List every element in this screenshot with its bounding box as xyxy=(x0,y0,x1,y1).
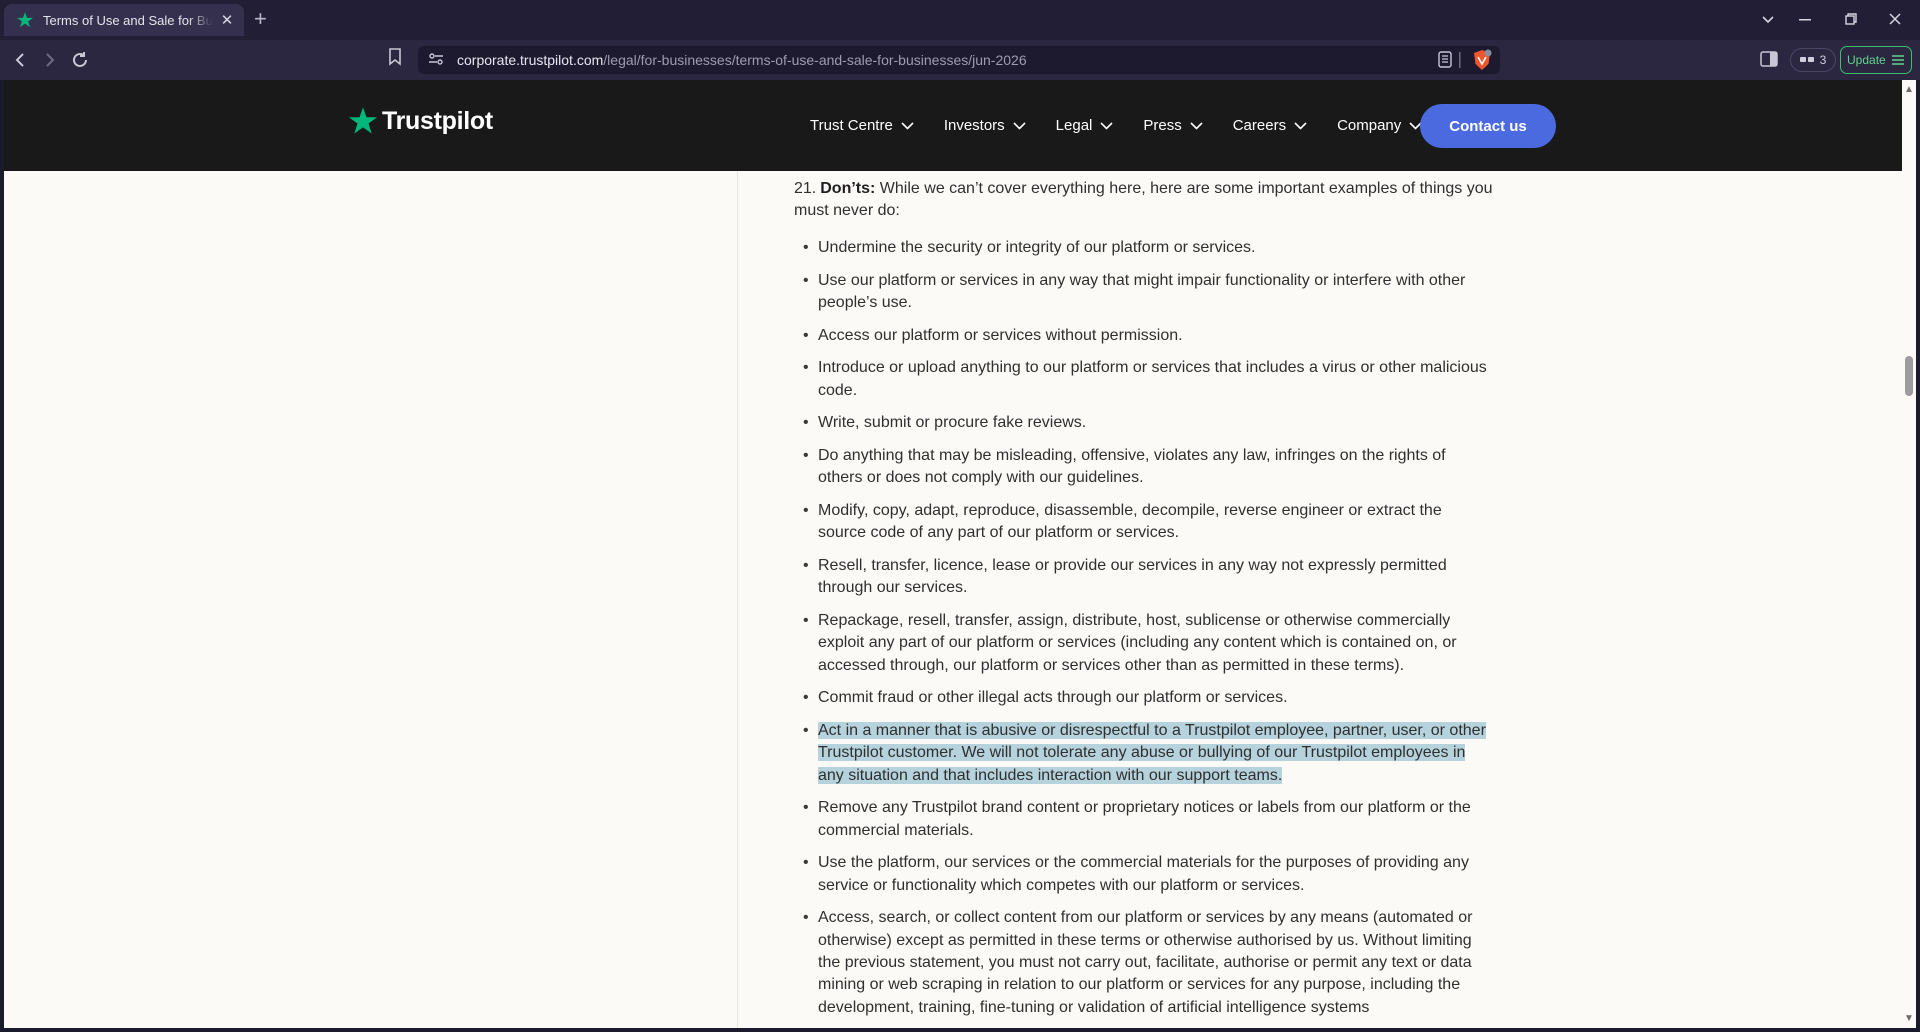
list-item-text: Commit fraud or other illegal acts throu… xyxy=(818,689,1288,707)
trustpilot-star-icon xyxy=(348,107,378,134)
trustpilot-logo[interactable]: Trustpilot xyxy=(348,106,493,136)
url-text: corporate.trustpilot.com/legal/for-busin… xyxy=(457,52,1027,68)
wallet-icon xyxy=(1799,57,1814,62)
nav-trust-centre[interactable]: Trust Centre xyxy=(810,117,914,134)
list-item-text: Act in a manner that is abusive or disre… xyxy=(818,721,1486,784)
nav-investors[interactable]: Investors xyxy=(944,117,1026,134)
close-window-icon[interactable] xyxy=(1889,13,1901,25)
section-21-intro: 21. Don’ts: While we can’t cover everythi… xyxy=(794,178,1494,223)
nav-label: Company xyxy=(1337,117,1402,134)
list-item: Act in a manner that is abusive or disre… xyxy=(794,720,1494,787)
browser-tab[interactable]: Terms of Use and Sale for Businesses ✕ xyxy=(4,4,244,36)
chevron-down-icon xyxy=(1100,121,1113,130)
section-heading: Don’ts: xyxy=(820,180,876,197)
list-item: Undermine the security or integrity of o… xyxy=(794,237,1494,260)
list-item: Use the platform, our services or the co… xyxy=(794,852,1494,897)
nav-press[interactable]: Press xyxy=(1143,117,1203,134)
trustpilot-favicon-icon xyxy=(16,12,34,28)
browser-toolbar: corporate.trustpilot.com/legal/for-busin… xyxy=(0,40,1920,80)
wallet-count: 3 xyxy=(1819,53,1827,67)
list-item-text: Introduce or upload anything to our plat… xyxy=(818,359,1487,399)
main-nav: Trust Centre Investors Legal Press Caree… xyxy=(810,80,1452,171)
list-item: Commit fraud or other illegal acts throu… xyxy=(794,687,1494,710)
list-item: Introduce or upload anything to our plat… xyxy=(794,357,1494,402)
forward-icon[interactable] xyxy=(44,52,56,68)
new-tab-button[interactable]: + xyxy=(254,6,267,32)
list-item-text: Access our platform or services without … xyxy=(818,326,1183,344)
nav-label: Press xyxy=(1143,117,1182,134)
reload-icon[interactable] xyxy=(71,51,89,69)
list-item: Resell, transfer, licence, lease or prov… xyxy=(794,555,1494,600)
reader-mode-icon[interactable] xyxy=(1438,51,1452,68)
donts-list: Undermine the security or integrity of o… xyxy=(794,237,1494,1028)
url-path: /legal/for-businesses/terms-of-use-and-s… xyxy=(603,52,1027,68)
brave-shields-icon[interactable] xyxy=(1472,49,1492,71)
section-number: 21. xyxy=(794,180,817,197)
back-icon[interactable] xyxy=(14,52,26,68)
list-item-text: Undermine the security or integrity of o… xyxy=(818,239,1256,256)
list-item-text: Write, submit or procure fake reviews. xyxy=(818,414,1087,432)
list-item: Access, search, or collect content from … xyxy=(794,907,1494,1019)
tab-close-icon[interactable]: ✕ xyxy=(218,11,236,29)
list-item: Access our platform or services without … xyxy=(794,325,1494,348)
list-item: Repackage, resell, transfer, assign, dis… xyxy=(794,610,1494,677)
nav-company[interactable]: Company xyxy=(1337,117,1422,134)
list-item-text: Remove any Trustpilot brand content or p… xyxy=(818,799,1471,839)
wallet-button[interactable]: 3 xyxy=(1790,48,1836,72)
list-item: Write, submit or procure fake reviews. xyxy=(794,412,1494,435)
list-item-text: Repackage, resell, transfer, assign, dis… xyxy=(818,611,1457,674)
scroll-up-icon[interactable]: ▲ xyxy=(1904,84,1914,95)
restore-icon[interactable] xyxy=(1845,13,1857,25)
list-item-text: Use our platform or services in any way … xyxy=(818,271,1466,311)
page-scrollbar[interactable]: ▲ ▼ xyxy=(1902,80,1916,1028)
nav-label: Careers xyxy=(1232,117,1287,134)
section-intro-text: While we can’t cover everything here, he… xyxy=(794,180,1493,220)
web-page: Trustpilot Trust Centre Investors Legal … xyxy=(4,80,1902,1028)
contact-us-button[interactable]: Contact us xyxy=(1420,104,1556,148)
tab-search-chevron-icon[interactable] xyxy=(1762,13,1774,25)
chevron-down-icon xyxy=(1013,121,1026,130)
site-header: Trustpilot Trust Centre Investors Legal … xyxy=(4,80,1902,171)
list-item: Remove any Trustpilot brand content or p… xyxy=(794,797,1494,842)
list-item-text: Use the platform, our services or the co… xyxy=(818,854,1469,894)
separator xyxy=(1459,52,1461,68)
menu-icon xyxy=(1891,55,1904,65)
chevron-down-icon xyxy=(901,121,914,130)
url-domain: corporate.trustpilot.com xyxy=(457,52,604,68)
list-item-text: Resell, transfer, licence, lease or prov… xyxy=(818,556,1447,597)
list-item: Use our platform or services in any way … xyxy=(794,270,1494,315)
nav-label: Legal xyxy=(1055,117,1093,134)
list-item: Do anything that may be misleading, offe… xyxy=(794,445,1494,490)
logo-text: Trustpilot xyxy=(382,106,493,135)
chevron-down-icon xyxy=(1294,121,1307,130)
scroll-thumb[interactable] xyxy=(1905,356,1913,396)
list-item: Modify, copy, adapt, reproduce, disassem… xyxy=(794,500,1494,545)
tab-title: Terms of Use and Sale for Businesses xyxy=(43,12,213,28)
nav-legal[interactable]: Legal xyxy=(1056,117,1114,134)
update-label: Update xyxy=(1847,53,1886,67)
list-item-text: Modify, copy, adapt, reproduce, disassem… xyxy=(818,501,1442,542)
scroll-down-icon[interactable]: ▼ xyxy=(1904,1013,1914,1024)
sidebar-toggle-icon[interactable] xyxy=(1760,51,1778,67)
minimize-icon[interactable] xyxy=(1799,19,1811,21)
nav-label: Trust Centre xyxy=(810,117,893,134)
site-settings-icon[interactable] xyxy=(428,52,444,66)
chevron-down-icon xyxy=(1190,121,1203,130)
list-item-text: Do anything that may be misleading, offe… xyxy=(818,446,1446,487)
browser-tab-bar: Terms of Use and Sale for Businesses ✕ + xyxy=(0,0,1920,40)
nav-label: Investors xyxy=(943,117,1005,134)
list-item-text: Access, search, or collect content from … xyxy=(818,909,1473,1016)
bookmark-icon[interactable] xyxy=(388,48,402,66)
content-divider xyxy=(737,171,738,1028)
nav-careers[interactable]: Careers xyxy=(1233,117,1307,134)
update-button[interactable]: Update xyxy=(1840,46,1912,74)
